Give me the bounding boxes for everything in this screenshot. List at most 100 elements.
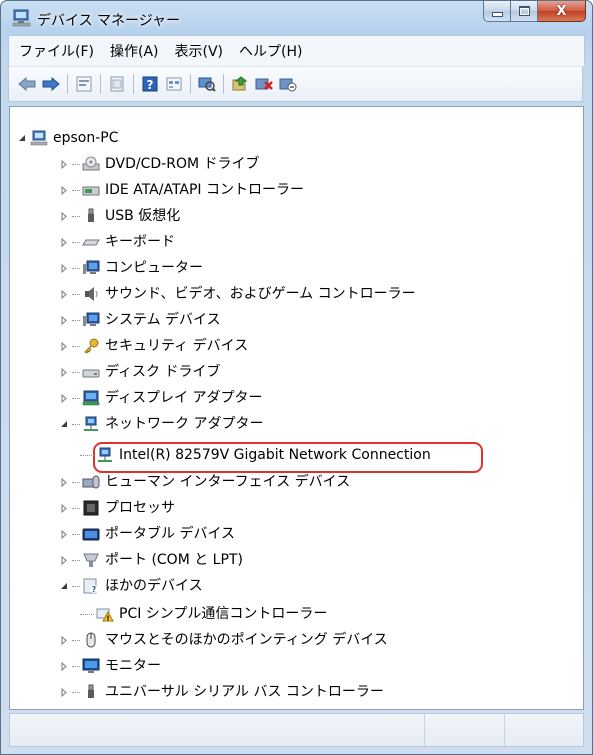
expand-arrow-icon[interactable] [58, 314, 70, 326]
tree-item-computer[interactable]: コンピューター [58, 257, 203, 279]
disable-button[interactable] [277, 73, 299, 95]
tree-item-network-adapters[interactable]: ネットワーク アダプター [58, 413, 263, 435]
help-icon: ? [142, 76, 158, 92]
properties-icon [76, 76, 92, 92]
tree-item-disk-drives[interactable]: ディスク ドライブ [58, 361, 220, 383]
tree-root[interactable]: epson-PC [16, 127, 119, 149]
warning-device-icon: ! [96, 605, 114, 623]
tree-item-system-devices[interactable]: システム デバイス [58, 309, 221, 331]
uninstall-button[interactable] [253, 73, 275, 95]
tree-item-other-devices[interactable]: ? ほかのデバイス [58, 575, 203, 597]
tree-item-processors[interactable]: プロセッサ [58, 497, 175, 519]
expand-arrow-icon[interactable] [58, 528, 70, 540]
tree-item-portable-devices[interactable]: ポータブル デバイス [58, 523, 235, 545]
show-hide-button[interactable] [106, 73, 128, 95]
disable-icon [279, 78, 297, 92]
device-manager-icon [12, 9, 32, 27]
tree-item-ide-ata[interactable]: IDE ATA/ATAPI コントローラー [58, 179, 304, 201]
status-bar [9, 713, 584, 747]
expand-arrow-icon[interactable] [58, 502, 70, 514]
status-pane-middle [425, 714, 505, 746]
window-title: デバイス マネージャー [37, 13, 181, 29]
tree-item-security-devices[interactable]: セキュリティ デバイス [58, 335, 248, 357]
toolbar-separator [190, 74, 191, 94]
collapse-arrow-icon[interactable] [16, 132, 28, 144]
expand-arrow-icon[interactable] [58, 554, 70, 566]
tree-item-pci-simple-controller[interactable]: ! PCI シンプル通信コントローラー [80, 603, 327, 625]
collapse-arrow-icon[interactable] [58, 580, 70, 592]
expand-arrow-icon[interactable] [58, 262, 70, 274]
menu-bar: ファイル(F) 操作(A) 表示(V) ヘルプ(H) [8, 35, 585, 66]
expand-arrow-icon[interactable] [58, 634, 70, 646]
tree-item-ports[interactable]: ポート (COM と LPT) [58, 549, 243, 571]
update-driver-icon [232, 76, 248, 91]
forward-arrow-icon [42, 77, 60, 91]
toolbar-separator [223, 74, 224, 94]
svg-text:?: ? [147, 78, 154, 92]
tree-item-keyboard[interactable]: キーボード [58, 231, 175, 253]
close-icon: X [556, 3, 567, 19]
port-icon [82, 551, 100, 569]
minimize-icon [491, 11, 503, 17]
expand-arrow-icon[interactable] [58, 686, 70, 698]
svg-text:?: ? [92, 585, 97, 594]
toolbar: ? [8, 66, 583, 102]
view-button[interactable] [163, 73, 185, 95]
scan-hardware-icon [198, 77, 216, 92]
mouse-icon [82, 631, 100, 649]
processor-icon [82, 499, 100, 517]
hid-icon [82, 473, 100, 491]
tree-item-monitors[interactable]: モニター [58, 655, 161, 677]
expand-arrow-icon[interactable] [58, 366, 70, 378]
expand-arrow-icon[interactable] [58, 210, 70, 222]
key-icon [82, 337, 100, 355]
menu-file[interactable]: ファイル(F) [9, 41, 102, 61]
tree-item-hid[interactable]: ヒューマン インターフェイス デバイス [58, 471, 350, 493]
collapse-arrow-icon[interactable] [58, 418, 70, 430]
menu-view[interactable]: 表示(V) [167, 41, 232, 61]
maximize-button[interactable] [511, 1, 538, 22]
disk-drive-icon [82, 363, 100, 381]
menu-action[interactable]: 操作(A) [102, 41, 167, 61]
tree-item-display-adapters[interactable]: ディスプレイ アダプター [58, 387, 262, 409]
show-hide-icon [110, 76, 124, 92]
forward-button[interactable] [40, 73, 62, 95]
back-button[interactable] [16, 73, 38, 95]
uninstall-icon [255, 78, 273, 90]
maximize-icon [518, 6, 530, 16]
svg-text:!: ! [106, 615, 109, 623]
keyboard-icon [82, 233, 100, 251]
properties-button[interactable] [73, 73, 95, 95]
tree-item-mice[interactable]: マウスとそのほかのポインティング デバイス [58, 629, 388, 651]
computer-root-icon [30, 129, 48, 147]
update-driver-button[interactable] [229, 73, 251, 95]
status-pane-right [505, 714, 583, 746]
tree-item-dvd-cdrom[interactable]: DVD/CD-ROM ドライブ [58, 153, 260, 175]
tree-item-sound-video[interactable]: サウンド、ビデオ、およびゲーム コントローラー [58, 283, 416, 305]
menu-help[interactable]: ヘルプ(H) [231, 41, 310, 61]
close-button[interactable]: X [538, 1, 586, 22]
expand-arrow-icon[interactable] [58, 392, 70, 404]
tree-item-intel-network-connection[interactable]: Intel(R) 82579V Gigabit Network Connecti… [80, 444, 431, 466]
optical-drive-icon [82, 155, 100, 173]
expand-arrow-icon[interactable] [58, 660, 70, 672]
tree-item-usb-controllers[interactable]: ユニバーサル シリアル バス コントローラー [58, 681, 384, 703]
toolbar-separator [100, 74, 101, 94]
help-button[interactable]: ? [139, 73, 161, 95]
expand-arrow-icon[interactable] [58, 184, 70, 196]
other-device-icon: ? [82, 577, 100, 595]
expand-arrow-icon[interactable] [58, 340, 70, 352]
usb-controller-icon [82, 683, 100, 701]
expand-arrow-icon[interactable] [58, 476, 70, 488]
device-tree-pane[interactable]: epson-PC DVD/CD-ROM ドライブ IDE ATA/ATAPI コ… [9, 106, 584, 710]
expand-arrow-icon[interactable] [58, 288, 70, 300]
expand-arrow-icon[interactable] [58, 236, 70, 248]
title-bar[interactable]: デバイス マネージャー X [1, 1, 592, 35]
scan-hardware-button[interactable] [196, 73, 218, 95]
display-adapter-icon [82, 389, 100, 407]
minimize-button[interactable] [483, 1, 511, 22]
device-manager-window: デバイス マネージャー X ファイル(F) 操作(A) 表示(V) ヘルプ(H) [0, 0, 593, 755]
expand-arrow-icon[interactable] [58, 158, 70, 170]
tree-item-usb-virtualization[interactable]: USB 仮想化 [58, 205, 180, 227]
status-pane-main [10, 714, 425, 746]
